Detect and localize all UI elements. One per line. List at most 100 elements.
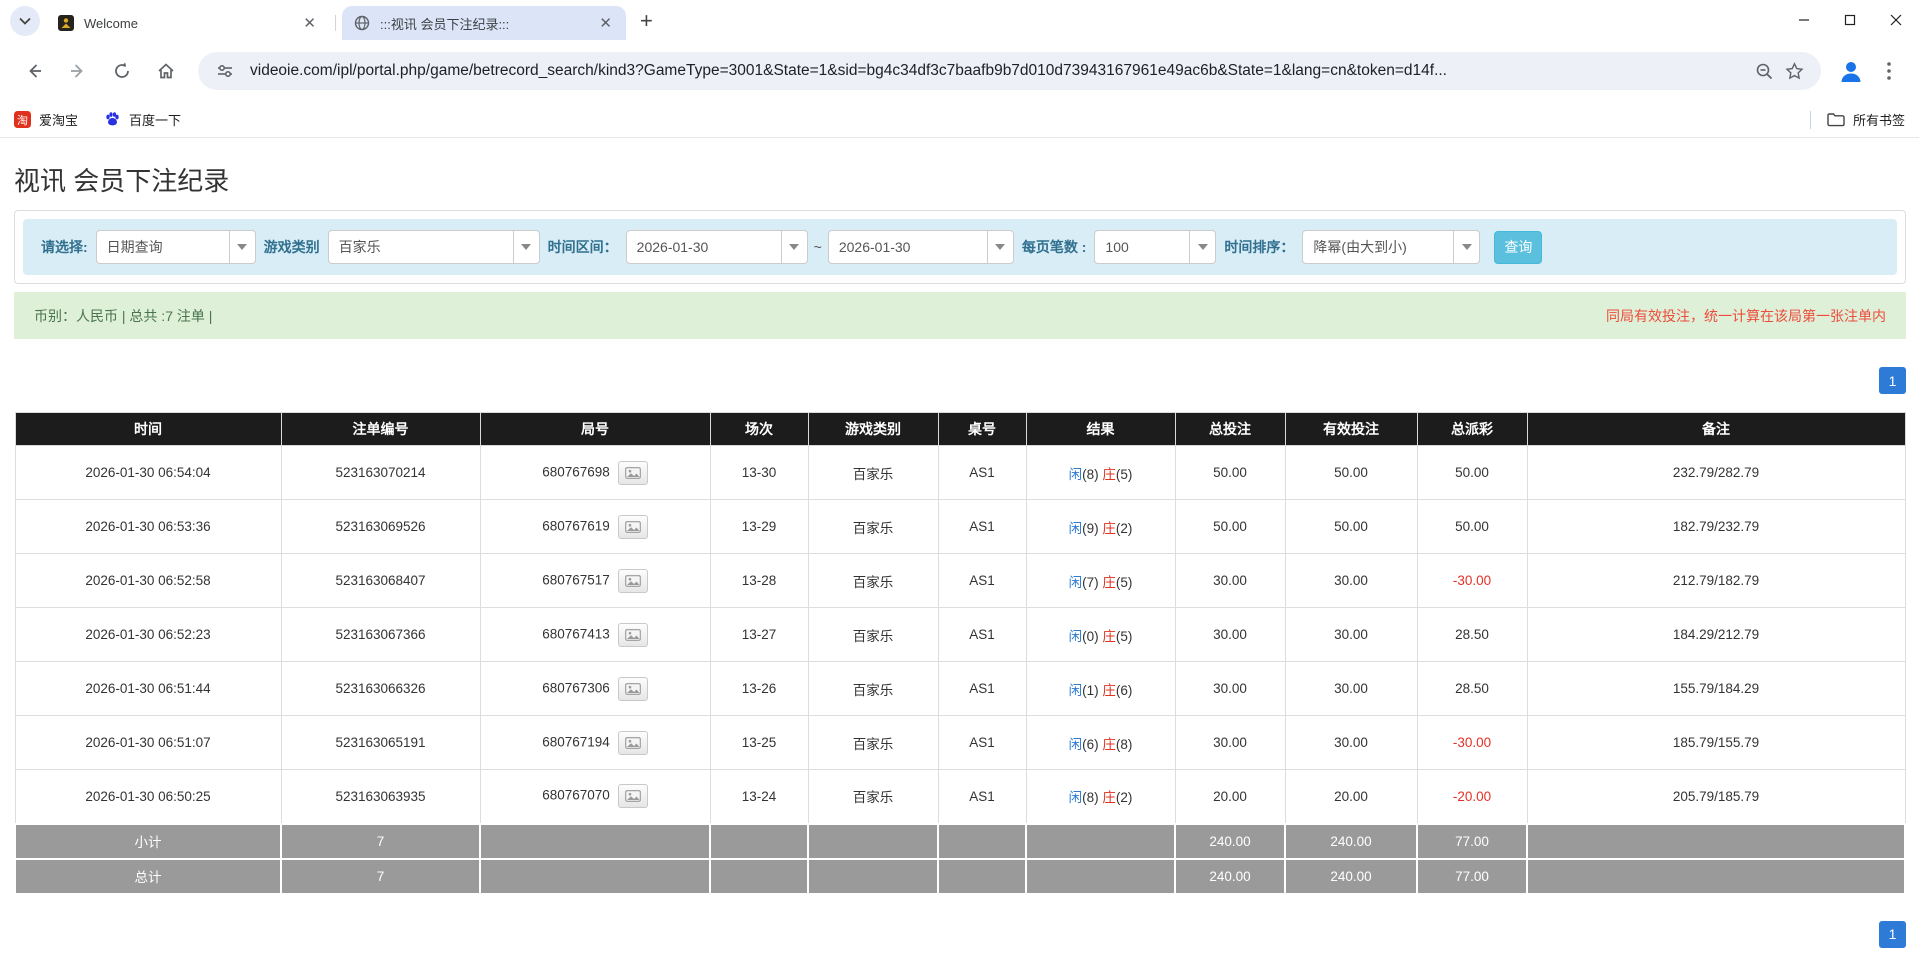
image-icon bbox=[625, 521, 641, 533]
game-type-select[interactable]: 百家乐 bbox=[328, 230, 540, 264]
reload-button[interactable] bbox=[104, 53, 140, 89]
result-banker-label: 庄 bbox=[1102, 467, 1116, 482]
tab-welcome[interactable]: Welcome ✕ bbox=[46, 6, 330, 40]
page-1-button[interactable]: 1 bbox=[1879, 921, 1906, 948]
result-player-score: (8) bbox=[1082, 790, 1102, 805]
home-button[interactable] bbox=[148, 53, 184, 89]
round-result-image-button[interactable] bbox=[618, 677, 648, 701]
cell-total-bet-link[interactable]: 30.00 bbox=[1175, 716, 1285, 770]
sort-order-select[interactable]: 降幂(由大到小) bbox=[1302, 230, 1480, 264]
cell-table-no: AS1 bbox=[938, 500, 1026, 554]
maximize-icon bbox=[1844, 14, 1856, 26]
chevron-down-icon bbox=[513, 231, 539, 263]
column-header: 时间 bbox=[15, 413, 281, 446]
round-id-text: 680767619 bbox=[542, 518, 610, 533]
cell-valid-bet: 30.00 bbox=[1285, 554, 1417, 608]
zoom-indicator-icon[interactable] bbox=[1749, 56, 1779, 86]
image-icon bbox=[625, 467, 641, 479]
column-header: 场次 bbox=[710, 413, 808, 446]
cell-note: 232.79/282.79 bbox=[1527, 446, 1905, 500]
table-row: 2026-01-30 06:54:04523163070214680767698… bbox=[15, 446, 1905, 500]
result-player-label: 闲 bbox=[1069, 629, 1083, 644]
bookmark-baidu[interactable]: 百度一下 bbox=[104, 110, 181, 129]
cell-round-id: 680767517 bbox=[480, 554, 710, 608]
cell-round-id: 680767306 bbox=[480, 662, 710, 716]
query-type-select[interactable]: 日期查询 bbox=[96, 230, 256, 264]
cell-total-bet-link[interactable]: 50.00 bbox=[1175, 446, 1285, 500]
summary-total-bet: 240.00 bbox=[1175, 824, 1285, 859]
round-result-image-button[interactable] bbox=[618, 784, 648, 808]
result-banker-label: 庄 bbox=[1102, 683, 1116, 698]
maximize-button[interactable] bbox=[1827, 0, 1873, 40]
cell-round-id: 680767070 bbox=[480, 770, 710, 824]
cell-bet-id: 523163068407 bbox=[281, 554, 480, 608]
cell-payout: 28.50 bbox=[1417, 608, 1527, 662]
cell-result: 闲(6) 庄(8) bbox=[1026, 716, 1175, 770]
summary-empty-cell bbox=[938, 824, 1026, 859]
page-size-select[interactable]: 100 bbox=[1094, 230, 1216, 264]
tab-close-icon[interactable]: ✕ bbox=[299, 16, 320, 31]
bookmark-star-icon[interactable] bbox=[1779, 56, 1809, 86]
page-1-button[interactable]: 1 bbox=[1879, 367, 1906, 394]
cell-total-bet-link[interactable]: 30.00 bbox=[1175, 608, 1285, 662]
result-banker-label: 庄 bbox=[1102, 629, 1116, 644]
cell-table-no: AS1 bbox=[938, 446, 1026, 500]
cell-bet-id: 523163069526 bbox=[281, 500, 480, 554]
summary-valid-bet: 240.00 bbox=[1285, 824, 1417, 859]
summary-total-bet: 240.00 bbox=[1175, 859, 1285, 894]
date-from-select[interactable]: 2026-01-30 bbox=[626, 230, 808, 264]
round-result-image-button[interactable] bbox=[618, 731, 648, 755]
cell-total-bet-link[interactable]: 20.00 bbox=[1175, 770, 1285, 824]
search-button[interactable]: 查询 bbox=[1494, 231, 1542, 264]
summary-empty-cell bbox=[480, 859, 710, 894]
round-result-image-button[interactable] bbox=[618, 515, 648, 539]
cell-game-type: 百家乐 bbox=[808, 500, 938, 554]
close-window-button[interactable] bbox=[1873, 0, 1919, 40]
cell-total-bet-link[interactable]: 30.00 bbox=[1175, 662, 1285, 716]
cell-total-bet-link[interactable]: 30.00 bbox=[1175, 554, 1285, 608]
round-id-text: 680767413 bbox=[542, 626, 610, 641]
date-to-select[interactable]: 2026-01-30 bbox=[828, 230, 1014, 264]
cell-round-id: 680767194 bbox=[480, 716, 710, 770]
summary-row: 总计7240.00240.0077.00 bbox=[15, 859, 1905, 894]
column-header: 备注 bbox=[1527, 413, 1905, 446]
kebab-menu-icon bbox=[1887, 62, 1891, 80]
cell-total-bet-link[interactable]: 50.00 bbox=[1175, 500, 1285, 554]
user-avatar-icon bbox=[1838, 58, 1864, 84]
tab-title: Welcome bbox=[84, 16, 299, 31]
pagination-bottom: 1 bbox=[14, 921, 1906, 948]
column-header: 局号 bbox=[480, 413, 710, 446]
tab-search-button[interactable] bbox=[10, 6, 40, 36]
result-banker-score: (8) bbox=[1116, 737, 1133, 752]
summary-payout: 77.00 bbox=[1417, 824, 1527, 859]
back-button[interactable] bbox=[16, 53, 52, 89]
tab-bet-records[interactable]: :::视讯 会员下注纪录::: ✕ bbox=[342, 6, 626, 40]
globe-icon bbox=[354, 15, 370, 31]
cell-table-no: AS1 bbox=[938, 770, 1026, 824]
result-player-label: 闲 bbox=[1069, 521, 1083, 536]
new-tab-button[interactable]: + bbox=[640, 10, 653, 32]
column-header: 总派彩 bbox=[1417, 413, 1527, 446]
summary-empty-cell bbox=[710, 859, 808, 894]
all-bookmarks[interactable]: 所有书签 bbox=[1810, 110, 1905, 129]
chevron-down-icon bbox=[1453, 231, 1479, 263]
round-result-image-button[interactable] bbox=[618, 623, 648, 647]
forward-button[interactable] bbox=[60, 53, 96, 89]
tab-close-icon[interactable]: ✕ bbox=[595, 16, 616, 31]
round-id-text: 680767306 bbox=[542, 680, 610, 695]
result-banker-score: (5) bbox=[1116, 575, 1133, 590]
bookmark-taobao[interactable]: 淘 爱淘宝 bbox=[14, 110, 78, 129]
table-row: 2026-01-30 06:51:44523163066326680767306… bbox=[15, 662, 1905, 716]
address-bar[interactable]: videoie.com/ipl/portal.php/game/betrecor… bbox=[198, 52, 1821, 90]
site-settings-icon[interactable] bbox=[210, 56, 240, 86]
cell-session: 13-25 bbox=[710, 716, 808, 770]
round-result-image-button[interactable] bbox=[618, 461, 648, 485]
cell-note: 184.29/212.79 bbox=[1527, 608, 1905, 662]
browser-menu-button[interactable] bbox=[1871, 53, 1907, 89]
cell-game-type: 百家乐 bbox=[808, 716, 938, 770]
minimize-button[interactable] bbox=[1781, 0, 1827, 40]
url-text[interactable]: videoie.com/ipl/portal.php/game/betrecor… bbox=[250, 62, 1749, 80]
profile-avatar[interactable] bbox=[1833, 53, 1869, 89]
cell-valid-bet: 30.00 bbox=[1285, 716, 1417, 770]
round-result-image-button[interactable] bbox=[618, 569, 648, 593]
